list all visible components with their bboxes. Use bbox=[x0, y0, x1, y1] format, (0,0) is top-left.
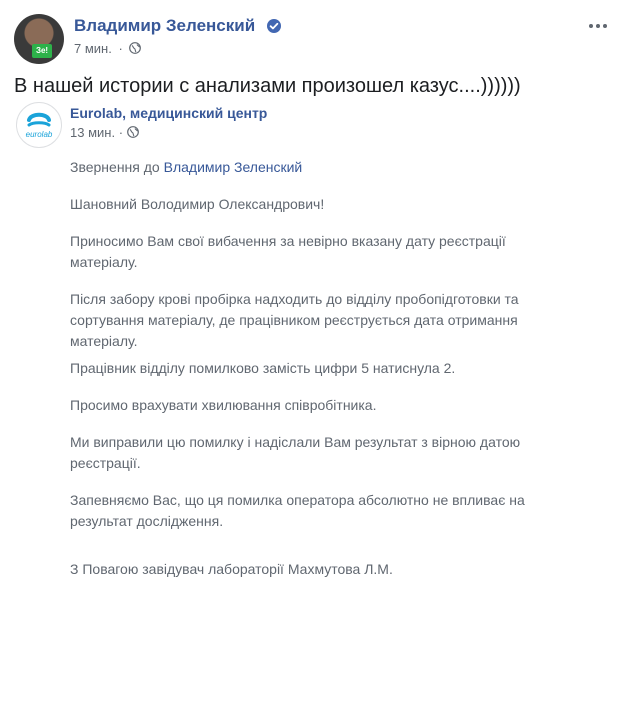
shared-post-meta: 13 мин. · bbox=[70, 125, 139, 140]
address-line: Звернення до Владимир Зеленский bbox=[70, 157, 302, 178]
meta-separator: · bbox=[118, 41, 123, 56]
paragraph-apology: Приносимо Вам свої вибачення за невірно … bbox=[70, 233, 506, 270]
post-meta: 7 мин. · bbox=[74, 41, 142, 56]
eurolab-logo-text: eurolab bbox=[26, 130, 53, 139]
paragraph-greeting: Шановний Володимир Олександрович! bbox=[70, 196, 325, 212]
post-text: В нашей истории с анализами произошел ка… bbox=[14, 75, 521, 97]
paragraph-signature: З Повагою завідувач лабораторії Махмутов… bbox=[70, 561, 393, 577]
shared-post-time[interactable]: 13 мин. bbox=[70, 125, 115, 140]
eurolab-logo-icon: eurolab bbox=[26, 112, 53, 139]
shared-post: eurolab Eurolab, медицинский центр 13 ми… bbox=[14, 102, 612, 702]
paragraph-process: Після забору крові пробірка надходить до… bbox=[70, 291, 519, 349]
post-header: Зе! Владимир Зеленский 7 мин. · bbox=[14, 14, 612, 64]
mention-link[interactable]: Владимир Зеленский bbox=[164, 159, 303, 175]
eurolab-logo[interactable]: eurolab bbox=[16, 102, 62, 148]
paragraph-error: Працівник відділу помилково замість цифр… bbox=[70, 360, 456, 376]
shared-author-name[interactable]: Eurolab, медицинский центр bbox=[70, 105, 267, 121]
globe-icon[interactable] bbox=[126, 126, 139, 138]
address-prefix: Звернення до bbox=[70, 159, 164, 175]
avatar-badge: Зе! bbox=[32, 44, 52, 58]
paragraph-assurance: Запевняємо Вас, що ця помилка оператора … bbox=[70, 492, 525, 529]
meta-separator: · bbox=[118, 125, 127, 140]
globe-icon[interactable] bbox=[129, 42, 142, 54]
post-time[interactable]: 7 мин. bbox=[74, 41, 112, 56]
verified-badge-icon bbox=[267, 19, 281, 33]
author-avatar[interactable]: Зе! bbox=[14, 14, 64, 64]
more-options-icon[interactable] bbox=[584, 14, 612, 38]
paragraph-request: Просимо врахувати хвилювання співробітни… bbox=[70, 397, 377, 413]
paragraph-fixed: Ми виправили цю помилку і надіслали Вам … bbox=[70, 434, 521, 471]
author-name[interactable]: Владимир Зеленский bbox=[74, 16, 255, 36]
